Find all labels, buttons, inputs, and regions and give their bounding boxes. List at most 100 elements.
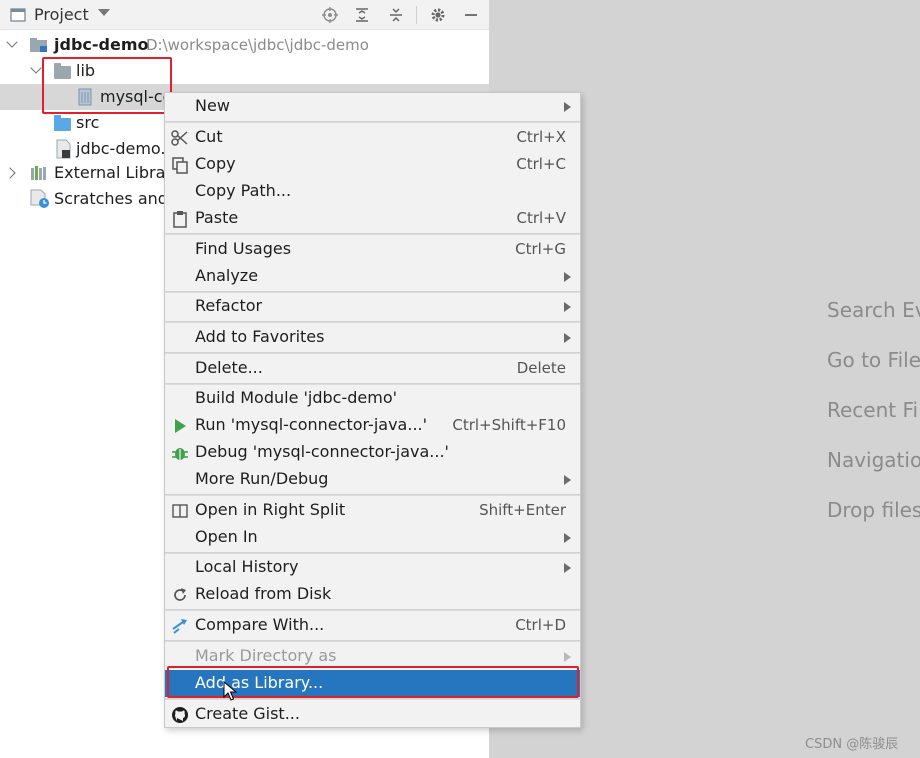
menu-item-refactor[interactable]: Refactor <box>165 293 580 320</box>
shortcut-label: Ctrl+D <box>515 616 566 634</box>
menu-item-copy-path[interactable]: Copy Path... <box>165 178 580 205</box>
menu-item-label: Delete... <box>195 358 263 377</box>
menu-item-label: More Run/Debug <box>195 469 329 488</box>
chevron-down-icon[interactable] <box>6 36 18 48</box>
hint-search-everywhere: Search Ev <box>827 298 920 322</box>
menu-item-reload-from-disk[interactable]: Reload from Disk <box>165 581 580 608</box>
menu-item-label: Compare With... <box>195 615 325 634</box>
hint-go-to-file: Go to File <box>827 348 920 372</box>
menu-separator <box>165 640 580 642</box>
menu-item-debug[interactable]: Debug 'mysql-connector-java...' <box>165 439 580 466</box>
menu-item-label: Run 'mysql-connector-java...' <box>195 415 428 434</box>
submenu-arrow-icon <box>564 272 571 282</box>
split-view-icon <box>171 502 189 520</box>
shortcut-label: Ctrl+X <box>516 128 566 146</box>
tree-node-label: External Librari <box>54 163 177 182</box>
menu-item-build-module[interactable]: Build Module 'jdbc-demo' <box>165 385 580 412</box>
tree-node-label: jdbc-demo. <box>76 139 166 158</box>
menu-item-label: Create Gist... <box>195 704 300 723</box>
hint-drop-files: Drop files <box>827 498 920 522</box>
menu-item-add-to-favorites[interactable]: Add to Favorites <box>165 324 580 351</box>
project-name: jdbc-demo <box>54 35 149 54</box>
menu-item-new[interactable]: New <box>165 93 580 120</box>
menu-item-copy[interactable]: Copy Ctrl+C <box>165 151 580 178</box>
github-icon <box>171 706 189 724</box>
project-panel-title[interactable]: Project <box>34 5 89 24</box>
menu-item-paste[interactable]: Paste Ctrl+V <box>165 205 580 232</box>
menu-item-label: Debug 'mysql-connector-java...' <box>195 442 449 461</box>
menu-item-label: Refactor <box>195 296 263 315</box>
menu-item-create-gist[interactable]: Create Gist... <box>165 701 580 728</box>
submenu-arrow-icon <box>564 302 571 312</box>
menu-separator <box>165 609 580 611</box>
menu-item-label: Analyze <box>195 266 259 285</box>
chevron-right-icon[interactable] <box>4 167 16 179</box>
context-menu: New Cut Ctrl+X Copy Ctrl+C Copy Path... … <box>164 92 581 728</box>
menu-item-find-usages[interactable]: Find Usages Ctrl+G <box>165 236 580 263</box>
submenu-arrow-icon <box>564 533 571 543</box>
menu-item-open-in-right-split[interactable]: Open in Right Split Shift+Enter <box>165 497 580 524</box>
menu-item-label: Find Usages <box>195 239 292 258</box>
menu-separator <box>165 321 580 323</box>
shortcut-label: Ctrl+V <box>516 209 566 227</box>
hint-recent-files: Recent Fil <box>827 398 920 422</box>
gear-icon[interactable] <box>430 7 446 23</box>
libraries-icon <box>31 166 46 180</box>
shortcut-label: Shift+Enter <box>479 501 566 519</box>
minimize-icon[interactable] <box>463 7 479 23</box>
header-divider <box>416 6 417 24</box>
mouse-cursor-icon <box>223 681 237 701</box>
project-panel-header: Project <box>0 0 489 30</box>
menu-item-delete[interactable]: Delete... Delete <box>165 355 580 382</box>
menu-item-more-run-debug[interactable]: More Run/Debug <box>165 466 580 493</box>
hint-navigation-bar: Navigatio <box>827 448 920 472</box>
menu-item-label: Paste <box>195 208 239 227</box>
tree-node-label: src <box>76 113 100 132</box>
chevron-down-icon[interactable] <box>30 62 42 74</box>
menu-item-label: Reload from Disk <box>195 584 332 603</box>
watermark: CSDN @陈骏辰 <box>805 737 899 752</box>
paste-icon <box>171 210 189 228</box>
tree-node-project-root[interactable]: jdbc-demo D:\workspace\jdbc\jdbc-demo <box>0 32 489 58</box>
menu-item-compare-with[interactable]: Compare With... Ctrl+D <box>165 612 580 639</box>
menu-item-analyze[interactable]: Analyze <box>165 263 580 290</box>
module-folder-icon <box>30 38 47 52</box>
shortcut-label: Ctrl+G <box>515 240 566 258</box>
run-icon <box>171 417 189 435</box>
menu-item-label: Build Module 'jdbc-demo' <box>195 388 398 407</box>
project-path: D:\workspace\jdbc\jdbc-demo <box>146 36 369 54</box>
menu-item-local-history[interactable]: Local History <box>165 554 580 581</box>
menu-item-label: Copy Path... <box>195 181 292 200</box>
scissors-icon <box>171 129 189 147</box>
submenu-arrow-icon <box>564 475 571 485</box>
menu-item-open-in[interactable]: Open In <box>165 524 580 551</box>
highlight-box-lib <box>42 57 172 114</box>
menu-item-label: Open in Right Split <box>195 500 346 519</box>
compare-arrows-icon <box>171 617 189 635</box>
menu-item-run[interactable]: Run 'mysql-connector-java...' Ctrl+Shift… <box>165 412 580 439</box>
reload-icon <box>171 586 189 604</box>
menu-item-label: Copy <box>195 154 236 173</box>
target-icon[interactable] <box>322 7 338 23</box>
menu-item-label: Mark Directory as <box>195 646 337 665</box>
shortcut-label: Ctrl+C <box>516 155 566 173</box>
menu-separator <box>165 494 580 496</box>
chevron-down-icon[interactable] <box>98 9 110 16</box>
scratches-icon <box>30 189 49 208</box>
menu-separator <box>165 233 580 235</box>
collapse-all-icon[interactable] <box>388 7 404 23</box>
menu-item-cut[interactable]: Cut Ctrl+X <box>165 124 580 151</box>
project-view-icon <box>10 8 26 22</box>
source-folder-icon <box>54 115 71 131</box>
submenu-arrow-icon <box>564 102 571 112</box>
module-file-icon <box>56 139 71 159</box>
expand-all-icon[interactable] <box>354 7 370 23</box>
debug-bug-icon <box>171 444 189 462</box>
shortcut-label: Delete <box>516 359 566 377</box>
submenu-arrow-icon <box>564 563 571 573</box>
menu-separator <box>165 352 580 354</box>
copy-icon <box>171 156 189 174</box>
menu-separator <box>165 121 580 123</box>
menu-item-label: Local History <box>195 557 299 576</box>
menu-item-label: Cut <box>195 127 223 146</box>
